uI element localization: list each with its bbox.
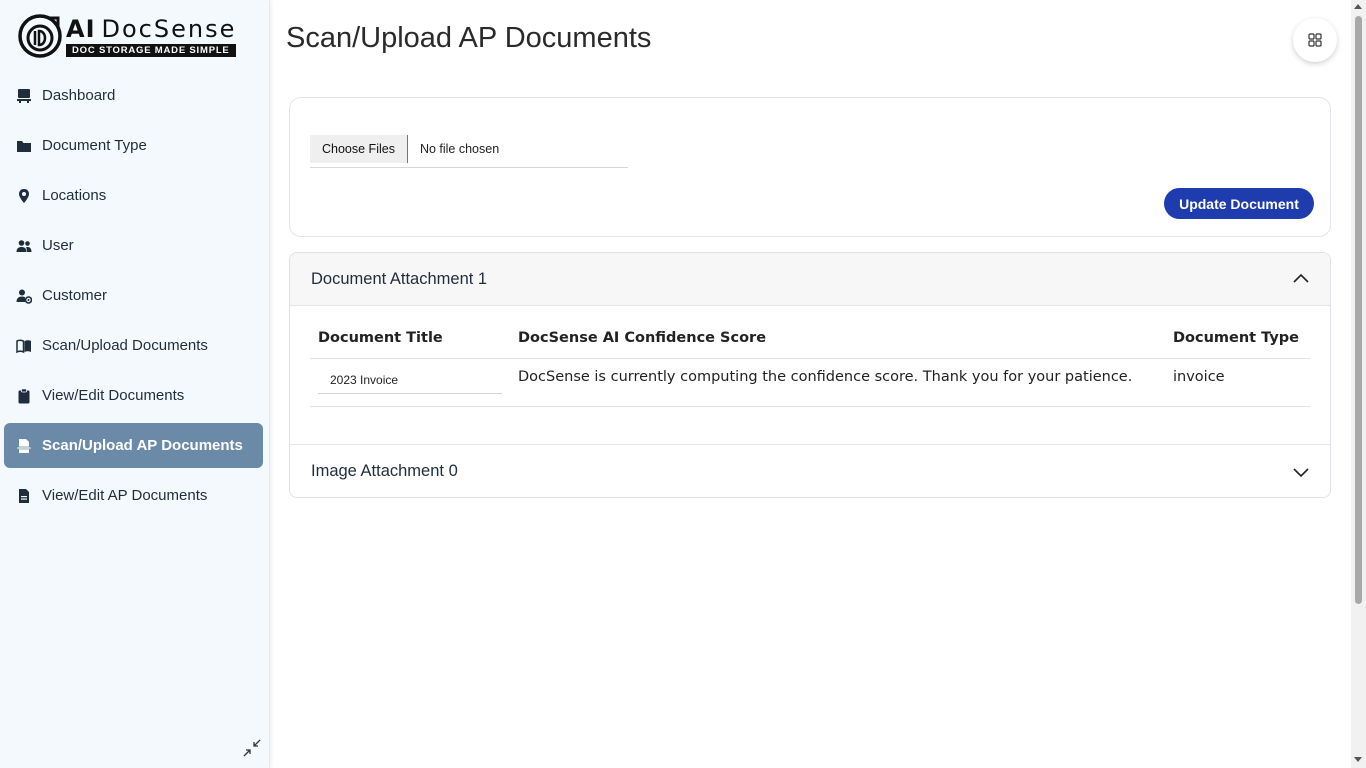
document-icon xyxy=(16,488,32,504)
confidence-score-cell: DocSense is currently computing the conf… xyxy=(510,358,1165,407)
location-pin-icon xyxy=(16,188,32,204)
sidebar-item-label: View/Edit Documents xyxy=(42,387,185,404)
scroll-down-arrow-icon[interactable] xyxy=(1354,757,1362,762)
sidebar-item-customer[interactable]: Customer xyxy=(4,273,263,318)
logo-brand-text: DocSense xyxy=(101,14,237,43)
sidebar-item-label: Locations xyxy=(42,187,107,204)
document-type-cell: invoice xyxy=(1165,358,1310,407)
grid-icon xyxy=(1308,33,1322,47)
column-header-type: Document Type xyxy=(1165,328,1310,359)
sidebar-item-label: Dashboard xyxy=(42,87,116,104)
page-title: Scan/Upload AP Documents xyxy=(286,22,652,54)
table-row: 2023 Invoice DocSense is currently compu… xyxy=(310,358,1310,407)
sidebar-item-user[interactable]: User xyxy=(4,223,263,268)
dashboard-icon xyxy=(16,88,32,104)
document-title-field[interactable]: 2023 Invoice xyxy=(318,367,502,394)
file-input[interactable]: Choose Files No file chosen xyxy=(310,130,628,168)
clipboard-icon xyxy=(16,387,32,404)
collapse-sidebar-icon[interactable] xyxy=(242,738,262,758)
document-attachment-title: Document Attachment 1 xyxy=(311,269,488,288)
logo-ai-text: AI xyxy=(66,14,96,43)
choose-files-button[interactable]: Choose Files xyxy=(310,134,408,163)
column-header-title: Document Title xyxy=(310,328,510,359)
update-document-button[interactable]: Update Document xyxy=(1164,188,1314,219)
book-open-icon xyxy=(16,338,32,354)
user-gear-icon xyxy=(16,288,32,304)
page-scrollbar[interactable] xyxy=(1351,0,1366,768)
users-icon xyxy=(16,238,32,254)
attachments-accordion: Document Attachment 1 Document Title Doc… xyxy=(289,252,1331,498)
document-upload-icon xyxy=(16,438,32,454)
upload-card: Choose Files No file chosen Update Docum… xyxy=(289,97,1331,237)
sidebar-item-scan-upload-documents[interactable]: Scan/Upload Documents xyxy=(4,323,263,368)
document-table: Document Title DocSense AI Confidence Sc… xyxy=(310,328,1310,407)
folder-icon xyxy=(16,138,32,154)
sidebar-item-scan-upload-ap-documents[interactable]: Scan/Upload AP Documents xyxy=(4,423,263,468)
scrollbar-thumb[interactable] xyxy=(1355,16,1362,604)
image-attachment-header[interactable]: Image Attachment 0 xyxy=(290,445,1330,497)
scroll-up-arrow-icon[interactable] xyxy=(1354,4,1362,9)
sidebar-item-dashboard[interactable]: Dashboard xyxy=(4,73,263,118)
chevron-up-icon[interactable] xyxy=(1292,270,1310,288)
logo[interactable]: AI DocSense DOC STORAGE MADE SIMPLE xyxy=(18,13,237,59)
document-attachment-header[interactable]: Document Attachment 1 xyxy=(290,253,1330,306)
sidebar-item-label: Customer xyxy=(42,287,108,304)
logo-tagline: DOC STORAGE MADE SIMPLE xyxy=(66,43,237,57)
sidebar: AI DocSense DOC STORAGE MADE SIMPLE Dash… xyxy=(0,0,270,768)
sidebar-item-document-type[interactable]: Document Type xyxy=(4,123,263,168)
sidebar-item-locations[interactable]: Locations xyxy=(4,173,263,218)
document-attachment-body: Document Title DocSense AI Confidence Sc… xyxy=(290,306,1330,445)
sidebar-item-label: Document Type xyxy=(42,137,147,154)
logo-mark-icon xyxy=(18,14,62,58)
sidebar-item-view-edit-documents[interactable]: View/Edit Documents xyxy=(4,373,263,418)
sidebar-item-view-edit-ap-documents[interactable]: View/Edit AP Documents xyxy=(4,473,263,518)
image-attachment-title: Image Attachment 0 xyxy=(311,462,458,480)
sidebar-item-label: View/Edit AP Documents xyxy=(42,487,208,504)
sidebar-nav: Dashboard Document Type Locations User C… xyxy=(4,73,263,523)
sidebar-item-label: Scan/Upload Documents xyxy=(42,337,208,354)
sidebar-item-label: User xyxy=(42,237,74,254)
sidebar-item-label: Scan/Upload AP Documents xyxy=(42,437,243,454)
column-header-score: DocSense AI Confidence Score xyxy=(510,328,1165,359)
file-status-text: No file chosen xyxy=(419,141,500,156)
table-header-row: Document Title DocSense AI Confidence Sc… xyxy=(310,328,1310,359)
apps-menu-button[interactable] xyxy=(1293,18,1337,62)
chevron-down-icon[interactable] xyxy=(1292,463,1310,481)
